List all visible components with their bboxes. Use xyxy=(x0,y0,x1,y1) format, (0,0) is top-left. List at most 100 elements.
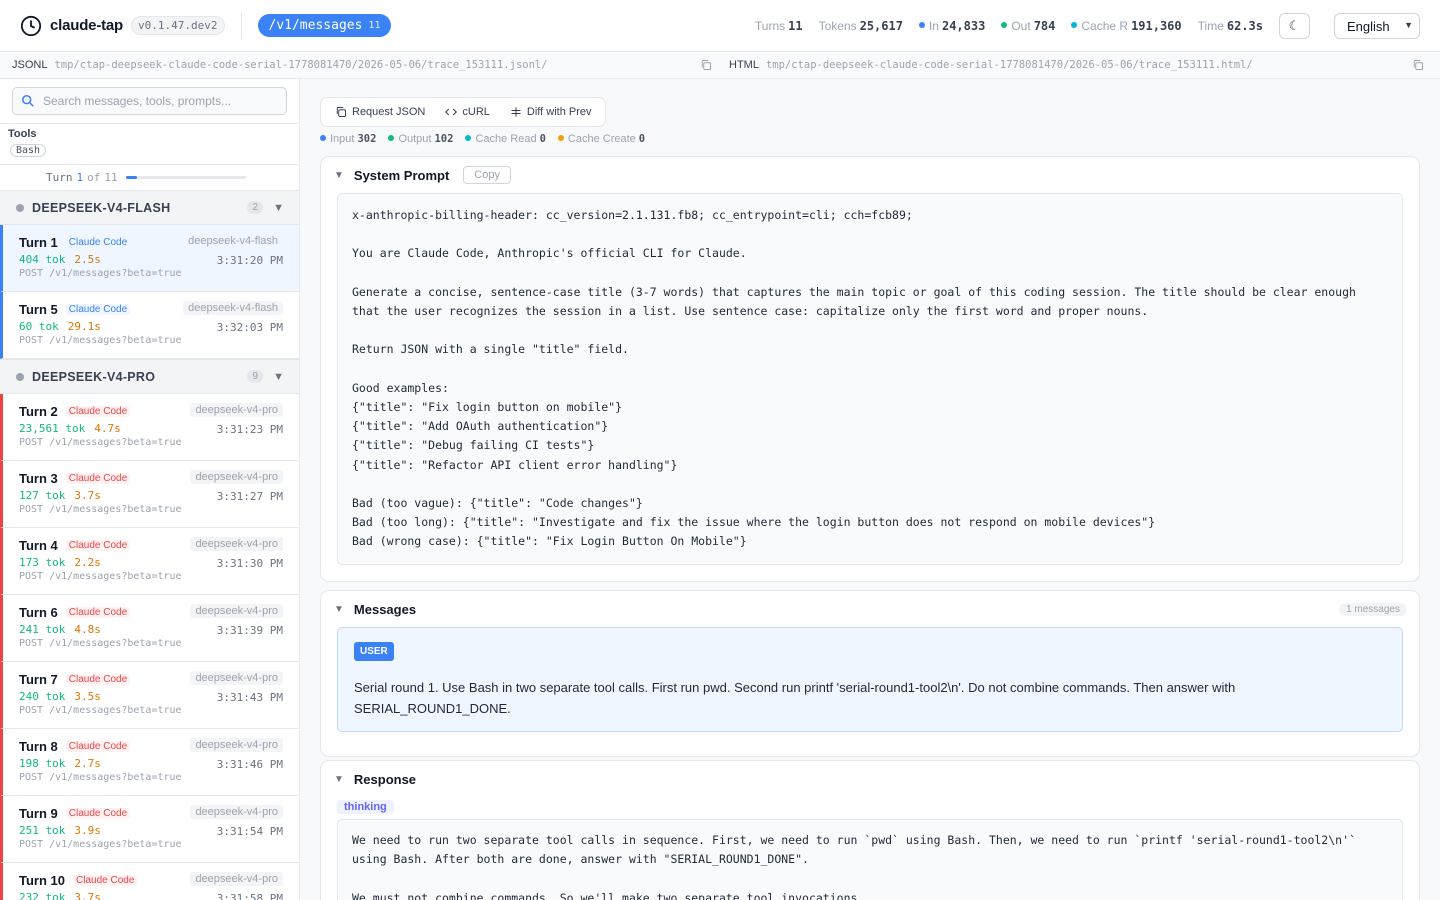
usage-label: Output xyxy=(398,133,432,145)
turn-navigator: Turn 1 of 11 xyxy=(0,164,299,190)
turn-item[interactable]: Turn 6 Claude Code deepseek-v4-pro 241 tok 4… xyxy=(0,595,299,662)
language-value: English xyxy=(1347,18,1390,34)
turn-time: 3:31:54 PM xyxy=(216,825,283,838)
messages-header[interactable]: ▼ Messages 1 messages xyxy=(321,591,1419,627)
stat-value: 24,833 xyxy=(941,18,986,33)
group-count: 9 xyxy=(247,370,263,383)
usage-input: Input 302 xyxy=(320,133,376,145)
html-path: HTML tmp/ctap-deepseek-claude-code-seria… xyxy=(729,59,1253,71)
turn-item[interactable]: Turn 10 Claude Code deepseek-v4-pro 232 tok… xyxy=(0,863,299,900)
turn-progress-fill xyxy=(125,176,137,179)
turn-nav-total: 11 xyxy=(104,171,118,184)
turn-item[interactable]: Turn 8 Claude Code deepseek-v4-pro 198 tok 2… xyxy=(0,729,299,796)
group-header[interactable]: DEEPSEEK-V4-FLASH 2 ▼ xyxy=(0,190,299,225)
system-prompt-title: System Prompt xyxy=(353,167,450,183)
curl-button[interactable]: cURL xyxy=(445,106,490,118)
turn-item[interactable]: Turn 3 Claude Code deepseek-v4-pro 127 tok 3… xyxy=(0,461,299,528)
messages-count-badge: 1 messages xyxy=(1339,602,1407,616)
model-badge: deepseek-v4-pro xyxy=(190,738,283,752)
usage-value: 102 xyxy=(434,133,454,145)
turn-name: Turn 9 xyxy=(19,806,58,821)
turn-item[interactable]: Turn 2 Claude Code deepseek-v4-pro 23,561 t… xyxy=(0,394,299,461)
turn-name: Turn 6 xyxy=(19,605,58,620)
client-tag: Claude Code xyxy=(65,808,131,819)
diff-button[interactable]: Diff with Prev xyxy=(510,106,592,118)
system-prompt-header[interactable]: ▼ System Prompt Copy xyxy=(321,157,1419,193)
response-panel: ▼ Response thinking We need to run two s… xyxy=(320,760,1420,900)
code-icon xyxy=(445,108,458,116)
usage-value: 302 xyxy=(357,133,377,145)
stat-tokens: Tokens 25,617 xyxy=(819,19,903,33)
model-badge: deepseek-v4-pro xyxy=(190,604,283,618)
client-tag: Claude Code xyxy=(65,540,131,551)
turn-duration: 3.7s xyxy=(74,489,101,502)
turn-name: Turn 10 xyxy=(19,873,65,888)
turn-tokens: 60 tok xyxy=(19,320,59,333)
model-badge: deepseek-v4-pro xyxy=(190,805,283,819)
copy-button[interactable]: Copy xyxy=(463,166,511,184)
turn-name: Turn 1 xyxy=(19,235,58,250)
turn-duration: 2.2s xyxy=(74,556,101,569)
chevron-down-icon[interactable]: ▼ xyxy=(273,371,284,383)
stat-label: In xyxy=(928,18,939,33)
turn-name: Turn 3 xyxy=(19,471,58,486)
request-json-label: Request JSON xyxy=(352,106,426,118)
turn-time: 3:31:58 PM xyxy=(216,892,283,900)
diff-label: Diff with Prev xyxy=(526,106,592,118)
turn-time: 3:31:30 PM xyxy=(216,557,283,570)
turn-item[interactable]: Turn 7 Claude Code deepseek-v4-pro 240 tok 3… xyxy=(0,662,299,729)
collapse-arrow-icon[interactable]: ▼ xyxy=(334,774,344,785)
group-header[interactable]: DEEPSEEK-V4-PRO 9 ▼ xyxy=(0,359,299,394)
turn-name: Turn 4 xyxy=(19,538,58,553)
tool-chip-bash[interactable]: Bash xyxy=(10,144,47,157)
theme-toggle-button[interactable]: ☾ xyxy=(1279,12,1310,39)
chevron-down-icon[interactable]: ▼ xyxy=(273,202,284,214)
turn-item[interactable]: Turn 4 Claude Code deepseek-v4-pro 173 tok 2… xyxy=(0,528,299,595)
turn-item[interactable]: Turn 5 Claude Code deepseek-v4-flash 60 tok… xyxy=(0,292,299,359)
jsonl-path-value: tmp/ctap-deepseek-claude-code-serial-177… xyxy=(54,59,548,71)
language-select[interactable]: English ▼ xyxy=(1334,13,1420,39)
turn-duration: 3.9s xyxy=(74,824,101,837)
main-content: Request JSON cURL Diff with Prev Input 30… xyxy=(301,79,1440,900)
header-divider xyxy=(240,12,242,39)
turn-url: POST /v1/messages?beta=true xyxy=(19,335,182,346)
model-badge: deepseek-v4-flash xyxy=(183,301,283,315)
response-header[interactable]: ▼ Response xyxy=(321,761,1419,797)
client-tag: Claude Code xyxy=(65,674,131,685)
turn-progress-track[interactable] xyxy=(125,176,246,179)
client-tag: Claude Code xyxy=(65,607,131,618)
app-logo[interactable]: claude-tap v0.1.47.dev2 xyxy=(20,15,225,37)
request-json-button[interactable]: Request JSON xyxy=(335,106,425,118)
stat-value: 11 xyxy=(788,18,803,33)
search-placeholder: Search messages, tools, prompts... xyxy=(43,94,232,108)
turn-tokens: 23,561 tok xyxy=(19,422,86,435)
turn-tokens: 251 tok xyxy=(19,824,66,837)
usage-dot xyxy=(388,135,395,142)
turn-tokens: 127 tok xyxy=(19,489,66,502)
turn-nav-current: 1 xyxy=(76,171,84,184)
stat-time: Time 62.3s xyxy=(1198,19,1263,33)
turn-item[interactable]: Turn 9 Claude Code deepseek-v4-pro 251 tok 3… xyxy=(0,796,299,863)
search-input[interactable]: Search messages, tools, prompts... xyxy=(12,87,287,115)
collapse-arrow-icon[interactable]: ▼ xyxy=(334,604,344,615)
turn-duration: 4.8s xyxy=(74,623,101,636)
app-title: claude-tap xyxy=(50,17,124,34)
stat-label: Out xyxy=(1011,18,1031,33)
stat-label: Time xyxy=(1197,18,1224,33)
copy-html-icon[interactable] xyxy=(1412,59,1424,71)
endpoint-pill[interactable]: /v1/messages 11 xyxy=(257,14,392,37)
usage-label: Cache Read xyxy=(475,133,537,145)
turn-name: Turn 7 xyxy=(19,672,58,687)
client-tag: Claude Code xyxy=(65,473,131,484)
turn-item[interactable]: Turn 1 Claude Code deepseek-v4-flash 404 to… xyxy=(0,225,299,292)
top-header: claude-tap v0.1.47.dev2 /v1/messages 11 … xyxy=(0,0,1440,52)
turn-url: POST /v1/messages?beta=true xyxy=(19,571,182,582)
turn-time: 3:31:20 PM xyxy=(216,254,283,267)
user-message: USER Serial round 1. Use Bash in two sep… xyxy=(337,627,1403,732)
copy-jsonl-icon[interactable] xyxy=(700,59,712,71)
model-badge: deepseek-v4-pro xyxy=(190,470,283,484)
copy-icon xyxy=(336,107,346,117)
collapse-arrow-icon[interactable]: ▼ xyxy=(334,170,344,181)
turn-duration: 3.5s xyxy=(74,690,101,703)
model-badge: deepseek-v4-pro xyxy=(190,671,283,685)
